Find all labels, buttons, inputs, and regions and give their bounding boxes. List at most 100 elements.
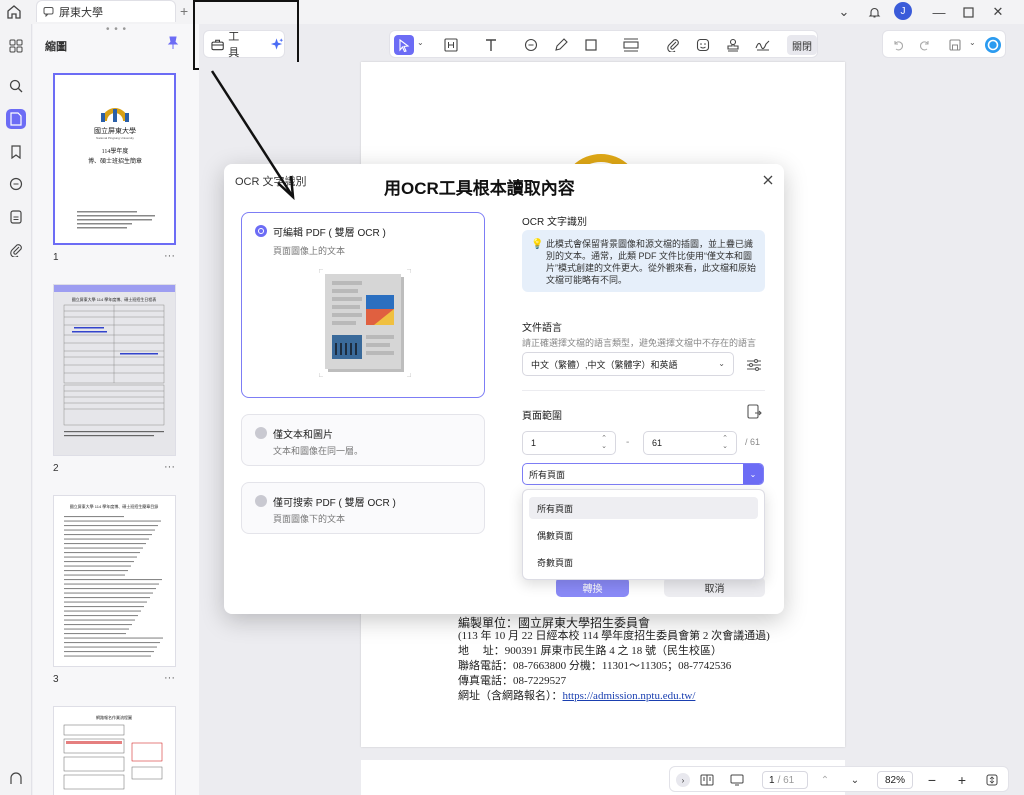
info-box: 💡 此模式會保留背景圖像和源文檔的插圖，並上疊已識別的文本。通常，此類 PDF … [522, 230, 765, 292]
stamp-icon[interactable] [723, 35, 743, 55]
language-label: 文件語言 [522, 323, 562, 334]
language-select[interactable]: 中文（繁體）,中文（繁體字）和英語 ⌄ [522, 352, 734, 376]
collapse-arrow-icon[interactable]: › [676, 773, 690, 787]
divider [522, 390, 765, 391]
right-panel-title: OCR 文字識別 [522, 217, 587, 228]
thumbnail-page-2[interactable]: 國立屏東大學 114 學年度博、碩士班招生日程表 [53, 284, 176, 456]
doc-line: 聯絡電話：08-7663800 分機：11301～11305；08-774253… [458, 660, 732, 672]
stepper-arrows-icon[interactable]: ⌃ ⌄ [601, 435, 607, 451]
stepper-arrows-icon[interactable]: ⌃ ⌄ [722, 435, 728, 451]
cancel-button[interactable]: 取消 [664, 577, 765, 597]
thumbnail-more-icon[interactable]: ··· [164, 250, 175, 262]
reading-mode-icon[interactable] [698, 771, 716, 789]
radio-unselected[interactable] [255, 427, 267, 439]
close-window-icon[interactable]: ✕ [989, 3, 1007, 21]
rectangle-shape-icon[interactable] [581, 35, 601, 55]
thumbnail-more-icon[interactable]: ··· [164, 672, 175, 684]
chevron-down-icon: ⌄ [718, 359, 725, 368]
current-page: 1 [769, 774, 775, 786]
option-title: 僅文本和圖片 [273, 430, 333, 441]
attachment-icon[interactable] [663, 35, 683, 55]
dropdown-option-odd[interactable]: 奇數頁面 [529, 551, 758, 573]
range-from-input[interactable]: 1 ⌃ ⌄ [522, 431, 616, 455]
radio-selected[interactable] [255, 225, 267, 237]
option-editable-pdf[interactable]: 可編輯 PDF ( 雙層 OCR ) 頁面圖像上的文本 [241, 212, 485, 398]
close-edit-button[interactable]: 關閉 [787, 35, 817, 55]
ocr-document-illustration [319, 269, 411, 377]
page-1-line-1: 114學年度 [102, 147, 129, 155]
chevron-down-icon[interactable]: ⌄ [835, 3, 853, 21]
page-1-logo-sub: National Pingtung University [96, 136, 134, 140]
presentation-icon[interactable] [728, 771, 746, 789]
sticker-icon[interactable] [693, 35, 713, 55]
thumbnails-icon[interactable] [6, 109, 26, 129]
range-dash: - [626, 437, 630, 448]
chevron-down-icon[interactable]: ⌄ [417, 38, 424, 47]
document-tab[interactable]: 屏東大學 [36, 0, 176, 22]
chevron-down-icon[interactable]: ⌄ [969, 38, 976, 47]
save-icon[interactable] [945, 35, 965, 55]
dropdown-option-even[interactable]: 偶數頁面 [529, 524, 758, 546]
range-to-input[interactable]: 61 ⌃ ⌄ [643, 431, 737, 455]
redo-icon[interactable] [915, 35, 935, 55]
thumbnail-more-icon[interactable]: ··· [164, 461, 175, 473]
bookmark-icon[interactable] [6, 142, 26, 162]
pen-icon[interactable] [551, 35, 571, 55]
dropdown-option-all[interactable]: 所有頁面 [529, 497, 758, 519]
form-field-icon[interactable] [621, 35, 641, 55]
range-to: 61 [652, 438, 663, 448]
range-from: 1 [531, 438, 537, 448]
comment-icon[interactable] [6, 174, 26, 194]
doc-url-link[interactable]: https://admission.nptu.edu.tw/ [563, 690, 696, 702]
select-cursor-icon[interactable] [394, 35, 414, 55]
feedback-icon[interactable] [6, 769, 26, 789]
page-range-label: 頁面範圍 [522, 411, 562, 422]
signature-icon[interactable] [753, 35, 773, 55]
settings-sliders-icon[interactable] [746, 357, 762, 373]
language-value: 中文（繁體）,中文（繁體字）和英語 [531, 359, 678, 370]
title-bar: 屏東大學 + ⌄ J — ✕ [0, 0, 1024, 24]
page-4-preview: 網路報名作業流程圖 [63, 714, 163, 790]
option-description: 頁面圖像下的文本 [273, 514, 346, 524]
fit-page-icon[interactable] [983, 771, 1001, 789]
option-searchable-pdf[interactable]: 僅可搜索 PDF ( 雙層 OCR ) 頁面圖像下的文本 [241, 482, 485, 534]
page-1-line-2: 博、碩士班招生簡章 [88, 157, 142, 165]
tab-title: 屏東大學 [59, 6, 103, 19]
close-icon[interactable] [760, 172, 776, 188]
search-icon[interactable] [6, 76, 26, 96]
zoom-level[interactable]: 82% [877, 771, 913, 789]
option-title: 僅可搜索 PDF ( 雙層 OCR ) [273, 498, 396, 509]
app-logo-icon[interactable] [983, 35, 1003, 55]
option-text-and-images[interactable]: 僅文本和圖片 文本和圖像在同一層。 [241, 414, 485, 466]
pin-icon[interactable] [166, 36, 180, 50]
zoom-in-icon[interactable]: + [953, 771, 971, 789]
page-range-settings-icon[interactable] [746, 404, 762, 420]
next-page-icon[interactable]: ⌄ [846, 771, 864, 789]
bell-icon[interactable] [865, 3, 883, 21]
text-icon[interactable] [481, 35, 501, 55]
page-subset-select[interactable]: 所有頁面 ⌄ [522, 463, 764, 485]
undo-icon[interactable] [888, 35, 908, 55]
page-number-input[interactable]: 1 / 61 [762, 771, 808, 789]
home-icon[interactable] [6, 4, 22, 20]
thumbnail-label: 1 [53, 252, 59, 263]
grid-icon[interactable] [6, 36, 26, 56]
avatar[interactable]: J [894, 2, 912, 20]
minimize-icon[interactable]: — [930, 3, 948, 21]
thumbnail-page-3[interactable]: 國立屏東大學 114 學年度博、碩士班招生簡章目錄 [53, 495, 176, 667]
comment-bubble-icon[interactable] [521, 35, 541, 55]
maximize-icon[interactable] [959, 3, 977, 21]
text-box-icon[interactable] [441, 35, 461, 55]
option-description: 文本和圖像在同一層。 [273, 446, 364, 456]
resize-grip[interactable]: • • • [106, 24, 127, 35]
paperclip-icon[interactable] [6, 240, 26, 260]
attachment-doc-icon[interactable] [6, 207, 26, 227]
chevron-down-icon[interactable]: ⌄ [743, 464, 763, 484]
thumbnail-page-1[interactable]: 國立屏東大學 National Pingtung University 114學… [53, 73, 176, 245]
previous-page-icon[interactable]: ⌃ [816, 771, 834, 789]
thumbnail-page-4[interactable]: 網路報名作業流程圖 [53, 706, 176, 795]
radio-unselected[interactable] [255, 495, 267, 507]
zoom-out-icon[interactable]: − [923, 771, 941, 789]
convert-button[interactable]: 轉換 [556, 577, 629, 597]
new-tab-plus-icon[interactable]: + [180, 3, 188, 19]
